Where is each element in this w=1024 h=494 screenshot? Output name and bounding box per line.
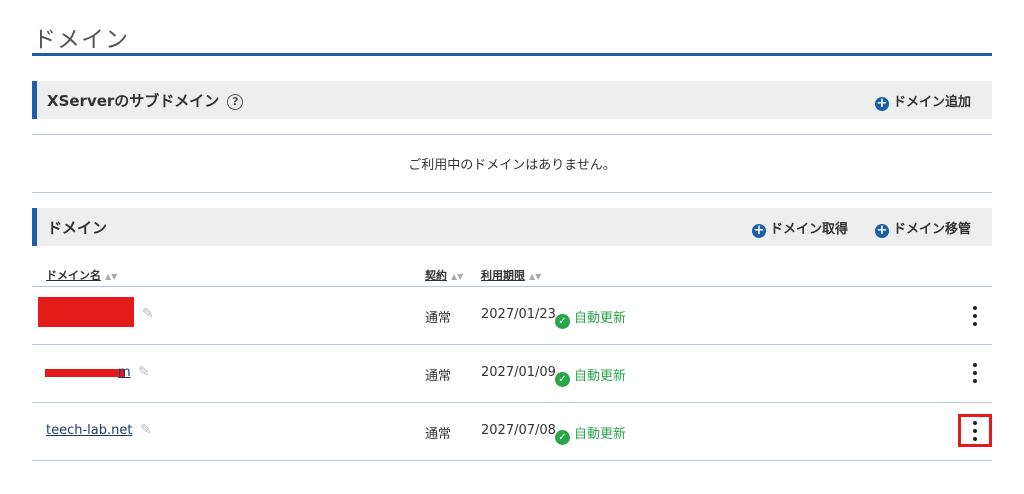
subdomain-section-title: XServerのサブドメイン?: [47, 90, 244, 111]
column-header-contract[interactable]: 契約 ▲▼: [425, 267, 463, 283]
domain-link[interactable]: teech-lab.net: [46, 423, 132, 438]
pencil-icon[interactable]: ✎: [140, 422, 152, 438]
auto-renew-status: ✓ 自動更新: [555, 365, 626, 387]
pencil-icon[interactable]: ✎: [142, 306, 154, 322]
table-row: ✎ 通常 2027/01/23 ✓ 自動更新: [32, 287, 992, 344]
expiry-cell: 2027/01/23: [481, 307, 556, 322]
expiry-cell: 2027/07/08: [481, 423, 556, 438]
contract-cell: 通常: [425, 311, 452, 326]
more-options-icon[interactable]: [968, 362, 982, 384]
column-header-domain[interactable]: ドメイン名 ▲▼: [46, 267, 117, 283]
sort-icon: ▲▼: [529, 272, 542, 281]
plus-circle-icon: +: [875, 96, 889, 111]
highlight-box: [958, 414, 992, 447]
auto-renew-status: ✓ 自動更新: [555, 307, 626, 329]
check-circle-icon: ✓: [555, 372, 570, 387]
contract-cell: 通常: [425, 369, 452, 384]
add-domain-button[interactable]: + ドメイン追加: [875, 91, 971, 111]
divider: [32, 192, 992, 193]
domain-section-title: ドメイン: [47, 219, 108, 237]
check-circle-icon: ✓: [555, 314, 570, 329]
more-options-icon[interactable]: [968, 305, 982, 327]
page-title: ドメイン: [33, 27, 129, 53]
plus-circle-icon: +: [875, 223, 889, 238]
sort-icon: ▲▼: [105, 272, 118, 281]
auto-renew-status: ✓ 自動更新: [555, 423, 626, 445]
pencil-icon[interactable]: ✎: [138, 364, 150, 380]
redacted-domain: [45, 369, 125, 377]
question-circle-icon[interactable]: ?: [227, 94, 244, 110]
subdomain-section-header: XServerのサブドメイン? + ドメイン追加: [32, 81, 992, 119]
title-divider: [32, 53, 992, 56]
divider: [32, 134, 992, 135]
expiry-cell: 2027/01/09: [481, 365, 556, 380]
acquire-domain-button[interactable]: + ドメイン取得: [752, 218, 848, 238]
domain-link[interactable]: m: [118, 365, 131, 380]
plus-circle-icon: +: [752, 223, 766, 238]
empty-message: ご利用中のドメインはありません。: [408, 158, 616, 173]
divider: [32, 460, 992, 461]
table-row: teech-lab.net ✎ 通常 2027/07/08 ✓ 自動更新: [32, 403, 992, 460]
contract-cell: 通常: [425, 427, 452, 442]
sort-icon: ▲▼: [451, 272, 464, 281]
transfer-domain-button[interactable]: + ドメイン移管: [875, 218, 971, 238]
column-header-expiry[interactable]: 利用期限 ▲▼: [481, 267, 541, 283]
check-circle-icon: ✓: [555, 430, 570, 445]
table-row: m ✎ 通常 2027/01/09 ✓ 自動更新: [32, 345, 992, 402]
domain-section-header: ドメイン + ドメイン取得 + ドメイン移管: [32, 208, 992, 246]
redacted-domain: [38, 297, 134, 327]
